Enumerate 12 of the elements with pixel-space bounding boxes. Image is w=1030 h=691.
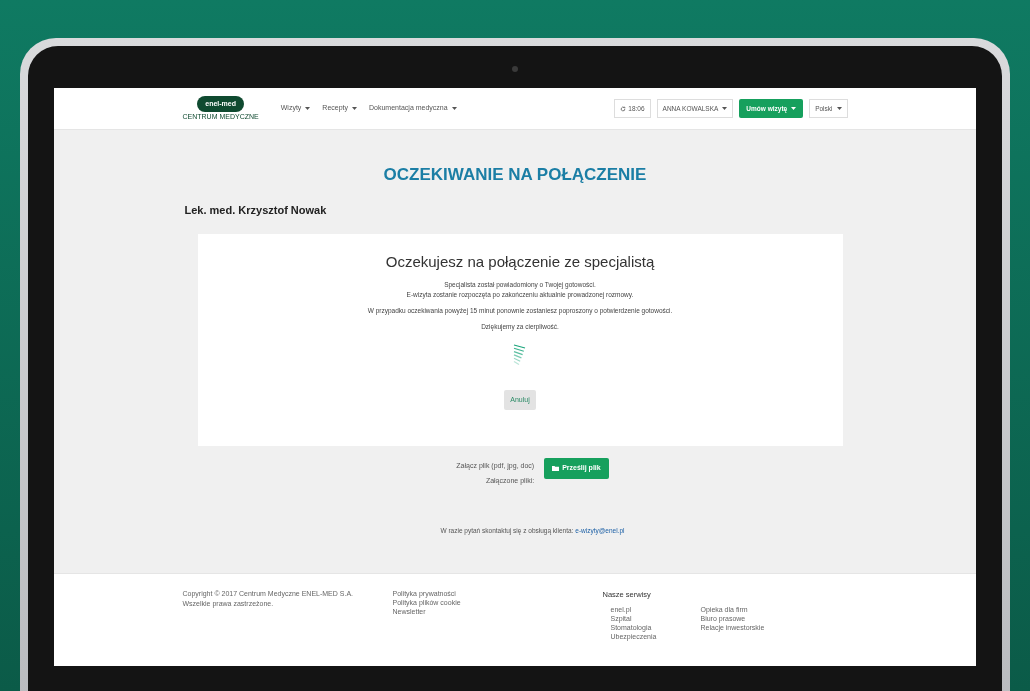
caret-icon [836, 107, 842, 110]
caret-icon [791, 107, 797, 110]
camera-icon [512, 66, 518, 72]
refresh-icon [620, 105, 627, 112]
caret-icon [451, 107, 457, 110]
caret-icon [722, 107, 728, 110]
page-title: OCZEKIWANIE NA POŁĄCZENIE [382, 164, 648, 186]
folder-icon [552, 465, 560, 472]
card-heading: Oczekujesz na połączenie ze specjalistą [385, 252, 655, 272]
caret-icon [305, 107, 311, 110]
doctor-name: Lek. med. Krzysztof Nowak [184, 202, 328, 218]
caret-icon [352, 107, 358, 110]
